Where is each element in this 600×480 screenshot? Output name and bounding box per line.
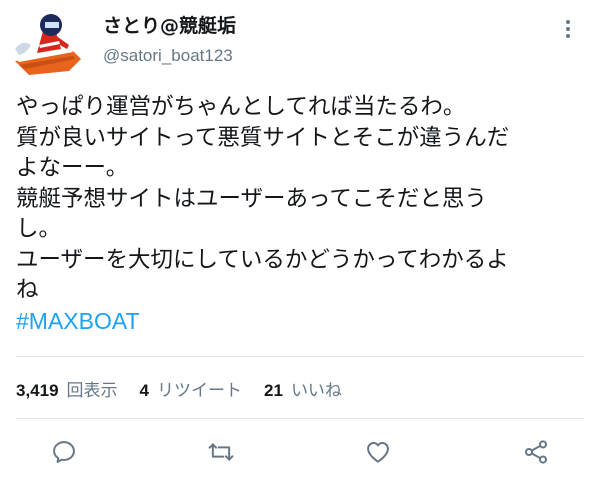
tweet-actions: [0, 430, 600, 474]
retweets-label[interactable]: リツイート: [157, 376, 242, 401]
tweet-text-line: ね: [16, 277, 39, 303]
likes-count[interactable]: 21: [264, 381, 283, 401]
divider: [16, 418, 584, 419]
views-label: 回表示: [66, 381, 118, 401]
hashtag-link[interactable]: #MAXBOAT: [16, 306, 591, 337]
more-vertical-icon-dot: [566, 34, 570, 38]
tweet-text-line: 質が良いサイトって悪質サイトとそこが違うんだ: [16, 124, 510, 151]
author-handle[interactable]: @satori_boat123: [103, 46, 233, 66]
likes-label[interactable]: いいね: [291, 376, 342, 401]
tweet-text: やっぱり運営がちゃんとしてれば当たるわ。 質が良いサイトって悪質サイトとそこが違…: [16, 92, 591, 336]
tweet-text-line: 競艇予想サイトはユーザーあってこそだと思う: [16, 185, 487, 212]
share-icon: [524, 440, 548, 464]
tweet-text-line: やっぱり運営がちゃんとしてれば当たるわ。: [16, 94, 466, 120]
tweet-text-line: し。: [16, 216, 62, 242]
share-button[interactable]: [520, 436, 552, 468]
views-count: 3,419: [16, 381, 59, 400]
author-display-name[interactable]: さとり@競艇垢: [103, 11, 236, 38]
divider: [16, 356, 584, 357]
more-options-button[interactable]: [556, 14, 580, 44]
more-vertical-icon: [566, 20, 570, 24]
retweet-icon: [208, 443, 234, 461]
retweets-count[interactable]: 4: [140, 381, 149, 401]
avatar[interactable]: [9, 9, 87, 87]
more-vertical-icon-dot: [566, 27, 570, 31]
reply-button[interactable]: [48, 436, 80, 468]
reply-icon: [53, 441, 75, 463]
tweet-text-line: ユーザーを大切にしているかどうかってわかるよ: [16, 246, 509, 273]
boat-racer-avatar-image: [15, 14, 81, 75]
like-button[interactable]: [362, 436, 394, 468]
tweet-text-line: よなーー。: [16, 155, 129, 181]
engagement-stats: 3,419 回表示 4 リツイート 21 いいね: [16, 376, 364, 401]
retweet-button[interactable]: [205, 436, 237, 468]
heart-icon: [367, 442, 389, 463]
